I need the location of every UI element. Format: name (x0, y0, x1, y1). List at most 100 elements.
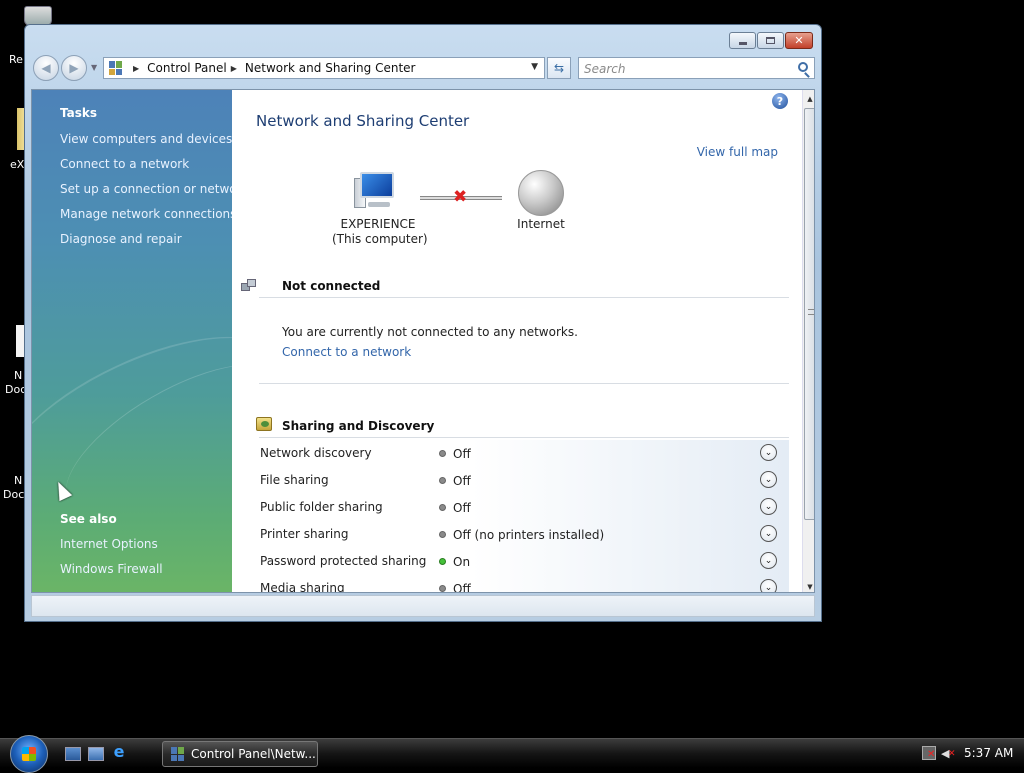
status-indicator-icon (439, 477, 446, 484)
expand-chevron-icon[interactable]: ⌄ (760, 552, 777, 569)
scrollbar-thumb[interactable] (804, 108, 814, 520)
internet-explorer-icon[interactable]: e (111, 744, 127, 760)
breadcrumb-separator-icon[interactable]: ▶ (133, 64, 139, 73)
taskbar-button-control-panel[interactable]: Control Panel\Netw... (162, 741, 318, 767)
scroll-up-arrow-icon[interactable]: ▲ (803, 92, 814, 106)
network-status-icon (241, 279, 257, 293)
switch-windows-icon[interactable] (88, 747, 104, 761)
show-desktop-icon[interactable] (65, 747, 81, 761)
search-input[interactable] (579, 59, 779, 79)
see-also-heading: See also (60, 512, 117, 526)
internet-globe-icon[interactable] (518, 170, 564, 216)
minimize-button[interactable] (729, 32, 756, 49)
forward-button[interactable]: ▶ (61, 55, 87, 81)
title-buttons: ✕ (729, 32, 813, 49)
scroll-down-arrow-icon[interactable]: ▼ (803, 580, 814, 592)
sharing-row: Network discovery Off ⌄ (259, 440, 789, 467)
sharing-row-label: Media sharing (260, 581, 345, 593)
maximize-icon (766, 37, 775, 44)
expand-chevron-icon[interactable]: ⌄ (760, 471, 777, 488)
control-panel-window: ✕ ◀ ▶ ▼ ▶ Control Panel ▶ Network and Sh… (24, 24, 822, 622)
status-indicator-icon (439, 585, 446, 592)
refresh-button[interactable]: ⇆ (547, 57, 571, 79)
back-button[interactable]: ◀ (33, 55, 59, 81)
help-icon[interactable]: ? (772, 93, 788, 109)
address-bar[interactable]: ▶ Control Panel ▶ Network and Sharing Ce… (103, 57, 545, 79)
minimize-icon (738, 42, 747, 45)
desktop: Re eX N Doc N Doc ✕ ◀ ▶ ▼ ▶ Control Pane… (0, 0, 1024, 738)
status-bar (31, 595, 815, 617)
sharing-row-label: Network discovery (260, 446, 372, 460)
taskbar: e Control Panel\Netw... ◀ 5:37 AM (0, 735, 1024, 773)
close-button[interactable]: ✕ (785, 32, 813, 49)
back-arrow-icon: ◀ (41, 61, 51, 75)
breadcrumb-control-panel[interactable]: Control Panel (147, 61, 227, 75)
sharing-row: File sharing Off ⌄ (259, 467, 789, 494)
sharing-row: Media sharing Off ⌄ (259, 575, 789, 593)
view-full-map-link[interactable]: View full map (697, 145, 778, 159)
status-indicator-icon (439, 531, 446, 538)
sharing-row: Password protected sharing On ⌄ (259, 548, 789, 575)
breadcrumb-network-sharing[interactable]: Network and Sharing Center (245, 61, 416, 75)
address-dropdown-icon[interactable]: ▼ (531, 62, 538, 72)
status-indicator-icon (439, 558, 446, 565)
disconnected-x-icon[interactable]: ✖ (453, 189, 467, 206)
expand-chevron-icon[interactable]: ⌄ (760, 498, 777, 515)
sharing-row-status: Off (453, 501, 471, 515)
status-indicator-icon (439, 504, 446, 511)
volume-muted-icon[interactable]: ◀ (941, 747, 956, 761)
sharing-row: Printer sharing Off (no printers installe… (259, 521, 789, 548)
recent-pages-dropdown-icon[interactable]: ▼ (91, 63, 97, 72)
tasks-heading: Tasks (60, 106, 98, 120)
search-box (578, 57, 815, 79)
vertical-scrollbar[interactable]: ▲ ▼ (802, 90, 814, 592)
connection-message: You are currently not connected to any n… (282, 325, 578, 339)
sharing-row-label: Public folder sharing (260, 500, 383, 514)
computer-name-label: EXPERIENCE (340, 217, 416, 231)
computer-sub-label: (This computer) (332, 232, 428, 246)
start-button[interactable] (10, 735, 48, 773)
internet-label: Internet (517, 217, 565, 231)
control-panel-icon (109, 61, 123, 75)
task-view-computers[interactable]: View computers and devices (60, 132, 232, 146)
sharing-discovery-icon (256, 417, 272, 431)
desktop-icon-label: N (14, 474, 23, 487)
task-diagnose-repair[interactable]: Diagnose and repair (60, 232, 182, 246)
sharing-row-status: Off (no printers installed) (453, 528, 605, 542)
expand-chevron-icon[interactable]: ⌄ (760, 525, 777, 542)
link-windows-firewall[interactable]: Windows Firewall (60, 562, 163, 576)
connect-to-network-link[interactable]: Connect to a network (282, 345, 411, 359)
breadcrumb-separator-icon[interactable]: ▶ (231, 64, 237, 73)
taskbar-button-label: Control Panel\Netw... (191, 747, 316, 761)
clock[interactable]: 5:37 AM (964, 746, 1013, 760)
close-icon: ✕ (794, 34, 804, 47)
main-pane: ? Network and Sharing Center View full m… (232, 90, 802, 593)
document-icon[interactable] (16, 325, 24, 357)
recycle-bin-icon[interactable] (20, 2, 56, 26)
sharing-row-status: Off (453, 447, 471, 461)
connection-status-heading: Not connected (282, 279, 381, 293)
sharing-row-status: On (453, 555, 471, 569)
sharing-row-status: Off (453, 474, 471, 488)
maximize-button[interactable] (757, 32, 784, 49)
computer-icon[interactable] (354, 170, 402, 210)
link-internet-options[interactable]: Internet Options (60, 537, 158, 551)
sharing-row-label: Password protected sharing (260, 554, 427, 568)
expand-chevron-icon[interactable]: ⌄ (760, 579, 777, 592)
sharing-row-status: Off (453, 582, 471, 593)
divider (259, 383, 789, 384)
task-pane: Tasks View computers and devices Connect… (32, 90, 232, 592)
desktop-icon-label: N (14, 369, 23, 382)
divider (259, 437, 789, 438)
expand-chevron-icon[interactable]: ⌄ (760, 444, 777, 461)
sharing-row-label: Printer sharing (260, 527, 349, 541)
desktop-icon-label: Re (9, 53, 23, 66)
search-icon[interactable] (798, 62, 808, 72)
forward-arrow-icon: ▶ (69, 61, 79, 75)
sharing-discovery-heading: Sharing and Discovery (282, 419, 435, 433)
task-connect-network[interactable]: Connect to a network (60, 157, 189, 171)
page-title: Network and Sharing Center (256, 112, 470, 130)
task-setup-connection[interactable]: Set up a connection or network (60, 182, 232, 196)
network-disconnected-icon[interactable] (922, 746, 936, 760)
task-manage-connections[interactable]: Manage network connections (60, 207, 232, 221)
